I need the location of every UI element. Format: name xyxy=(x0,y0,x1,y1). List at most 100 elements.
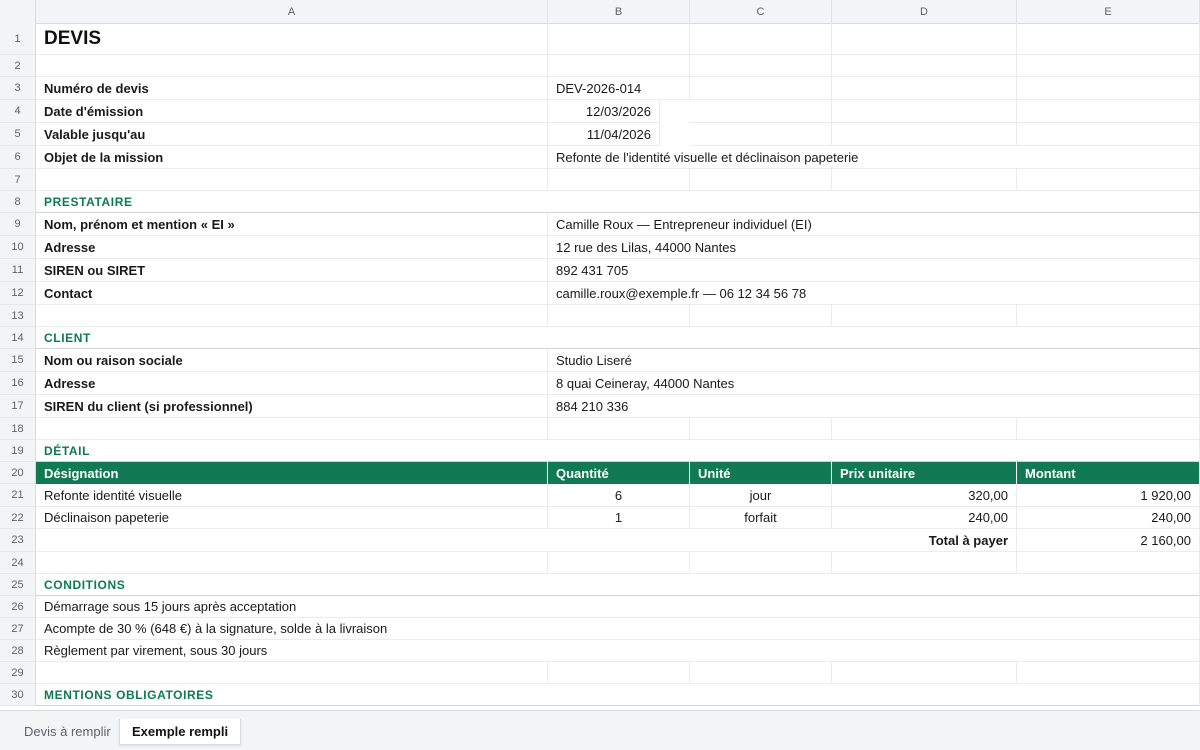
cell[interactable] xyxy=(548,662,690,684)
numero-label[interactable]: Numéro de devis xyxy=(36,77,548,100)
client-adresse-value[interactable]: 8 quai Ceineray, 44000 Nantes xyxy=(548,372,1200,395)
cell[interactable] xyxy=(832,305,1017,327)
cell[interactable] xyxy=(36,418,548,440)
cell[interactable] xyxy=(1017,77,1200,100)
prestataire-siren-value[interactable]: 892 431 705 xyxy=(548,259,1200,282)
row-number[interactable]: 8 xyxy=(0,191,36,213)
condition-line[interactable]: Acompte de 30 % (648 €) à la signature, … xyxy=(36,618,1200,640)
row-number[interactable]: 22 xyxy=(0,507,36,529)
cell[interactable] xyxy=(832,77,1017,100)
item-quantite[interactable]: 6 xyxy=(548,484,690,507)
row-number[interactable]: 24 xyxy=(0,552,36,574)
row-number[interactable]: 3 xyxy=(0,77,36,100)
total-value[interactable]: 2 160,00 xyxy=(1017,529,1200,552)
cell[interactable] xyxy=(548,418,690,440)
cell[interactable] xyxy=(832,24,1017,55)
item-prix-unitaire[interactable]: 240,00 xyxy=(832,507,1017,529)
cell[interactable] xyxy=(690,552,832,574)
section-header-conditions[interactable]: CONDITIONS xyxy=(36,574,1200,596)
row-number[interactable]: 29 xyxy=(0,662,36,684)
cell[interactable] xyxy=(690,418,832,440)
row-number[interactable]: 13 xyxy=(0,305,36,327)
objet-label[interactable]: Objet de la mission xyxy=(36,146,548,169)
column-header-unite[interactable]: Unité xyxy=(690,462,832,484)
row-number[interactable]: 7 xyxy=(0,169,36,191)
section-header-detail[interactable]: DÉTAIL xyxy=(36,440,1200,462)
item-prix-unitaire[interactable]: 320,00 xyxy=(832,484,1017,507)
cell[interactable] xyxy=(548,552,690,574)
cell[interactable] xyxy=(1017,55,1200,77)
condition-line[interactable]: Démarrage sous 15 jours après acceptatio… xyxy=(36,596,1200,618)
prestataire-contact-value[interactable]: camille.roux@exemple.fr — 06 12 34 56 78 xyxy=(548,282,1200,305)
client-siren-label[interactable]: SIREN du client (si professionnel) xyxy=(36,395,548,418)
cell[interactable] xyxy=(690,662,832,684)
cell[interactable] xyxy=(36,169,548,191)
select-all-corner[interactable] xyxy=(0,0,36,24)
cell[interactable] xyxy=(1017,123,1200,146)
row-number[interactable]: 9 xyxy=(0,213,36,236)
row-number[interactable]: 4 xyxy=(0,100,36,123)
row-number[interactable]: 21 xyxy=(0,484,36,507)
row-number[interactable]: 6 xyxy=(0,146,36,169)
section-header-prestataire[interactable]: PRESTATAIRE xyxy=(36,191,1200,213)
cell[interactable] xyxy=(1017,169,1200,191)
cell[interactable] xyxy=(832,55,1017,77)
document-title[interactable]: DEVIS xyxy=(36,24,548,55)
prestataire-siren-label[interactable]: SIREN ou SIRET xyxy=(36,259,548,282)
column-header-c[interactable]: C xyxy=(690,0,832,24)
item-montant[interactable]: 1 920,00 xyxy=(1017,484,1200,507)
cell[interactable] xyxy=(832,123,1017,146)
date-label[interactable]: Date d'émission xyxy=(36,100,548,123)
cell[interactable] xyxy=(36,55,548,77)
cell[interactable] xyxy=(832,100,1017,123)
cell[interactable] xyxy=(832,552,1017,574)
cell[interactable] xyxy=(832,662,1017,684)
cell[interactable] xyxy=(1017,100,1200,123)
row-number[interactable]: 25 xyxy=(0,574,36,596)
row-number[interactable]: 20 xyxy=(0,462,36,484)
cell[interactable] xyxy=(1017,552,1200,574)
row-number[interactable]: 23 xyxy=(0,529,36,552)
row-number[interactable]: 26 xyxy=(0,596,36,618)
column-header-d[interactable]: D xyxy=(832,0,1017,24)
sheet-tab-devis-a-remplir[interactable]: Devis à remplir xyxy=(12,719,123,745)
column-header-b[interactable]: B xyxy=(548,0,690,24)
row-number[interactable]: 16 xyxy=(0,372,36,395)
cell[interactable] xyxy=(690,100,832,123)
item-unite[interactable]: jour xyxy=(690,484,832,507)
row-number[interactable]: 2 xyxy=(0,55,36,77)
column-header-prix-unitaire[interactable]: Prix unitaire xyxy=(832,462,1017,484)
column-header-e[interactable]: E xyxy=(1017,0,1200,24)
cell[interactable] xyxy=(690,123,832,146)
cell[interactable] xyxy=(36,662,548,684)
row-number[interactable]: 19 xyxy=(0,440,36,462)
cell[interactable] xyxy=(690,24,832,55)
row-number[interactable]: 11 xyxy=(0,259,36,282)
row-number[interactable]: 15 xyxy=(0,349,36,372)
row-number[interactable]: 28 xyxy=(0,640,36,662)
sheet-tab-exemple-rempli[interactable]: Exemple rempli xyxy=(119,719,242,745)
cell[interactable] xyxy=(548,169,690,191)
row-number[interactable]: 12 xyxy=(0,282,36,305)
section-header-mentions[interactable]: MENTIONS OBLIGATOIRES xyxy=(36,684,1200,706)
cell[interactable] xyxy=(36,305,548,327)
prestataire-adresse-value[interactable]: 12 rue des Lilas, 44000 Nantes xyxy=(548,236,1200,259)
column-header-designation[interactable]: Désignation xyxy=(36,462,548,484)
cell[interactable] xyxy=(690,55,832,77)
item-montant[interactable]: 240,00 xyxy=(1017,507,1200,529)
item-unite[interactable]: forfait xyxy=(690,507,832,529)
row-number[interactable]: 1 xyxy=(0,24,36,55)
cell[interactable] xyxy=(548,24,690,55)
item-designation[interactable]: Refonte identité visuelle xyxy=(36,484,548,507)
total-label[interactable]: Total à payer xyxy=(36,529,1017,552)
cell[interactable] xyxy=(832,169,1017,191)
client-adresse-label[interactable]: Adresse xyxy=(36,372,548,395)
objet-value[interactable]: Refonte de l'identité visuelle et déclin… xyxy=(548,146,1200,169)
item-designation[interactable]: Déclinaison papeterie xyxy=(36,507,548,529)
row-number[interactable]: 27 xyxy=(0,618,36,640)
column-header-a[interactable]: A xyxy=(36,0,548,24)
cell[interactable] xyxy=(548,305,690,327)
prestataire-nom-value[interactable]: Camille Roux — Entrepreneur individuel (… xyxy=(548,213,1200,236)
cell[interactable] xyxy=(1017,418,1200,440)
prestataire-nom-label[interactable]: Nom, prénom et mention « EI » xyxy=(36,213,548,236)
